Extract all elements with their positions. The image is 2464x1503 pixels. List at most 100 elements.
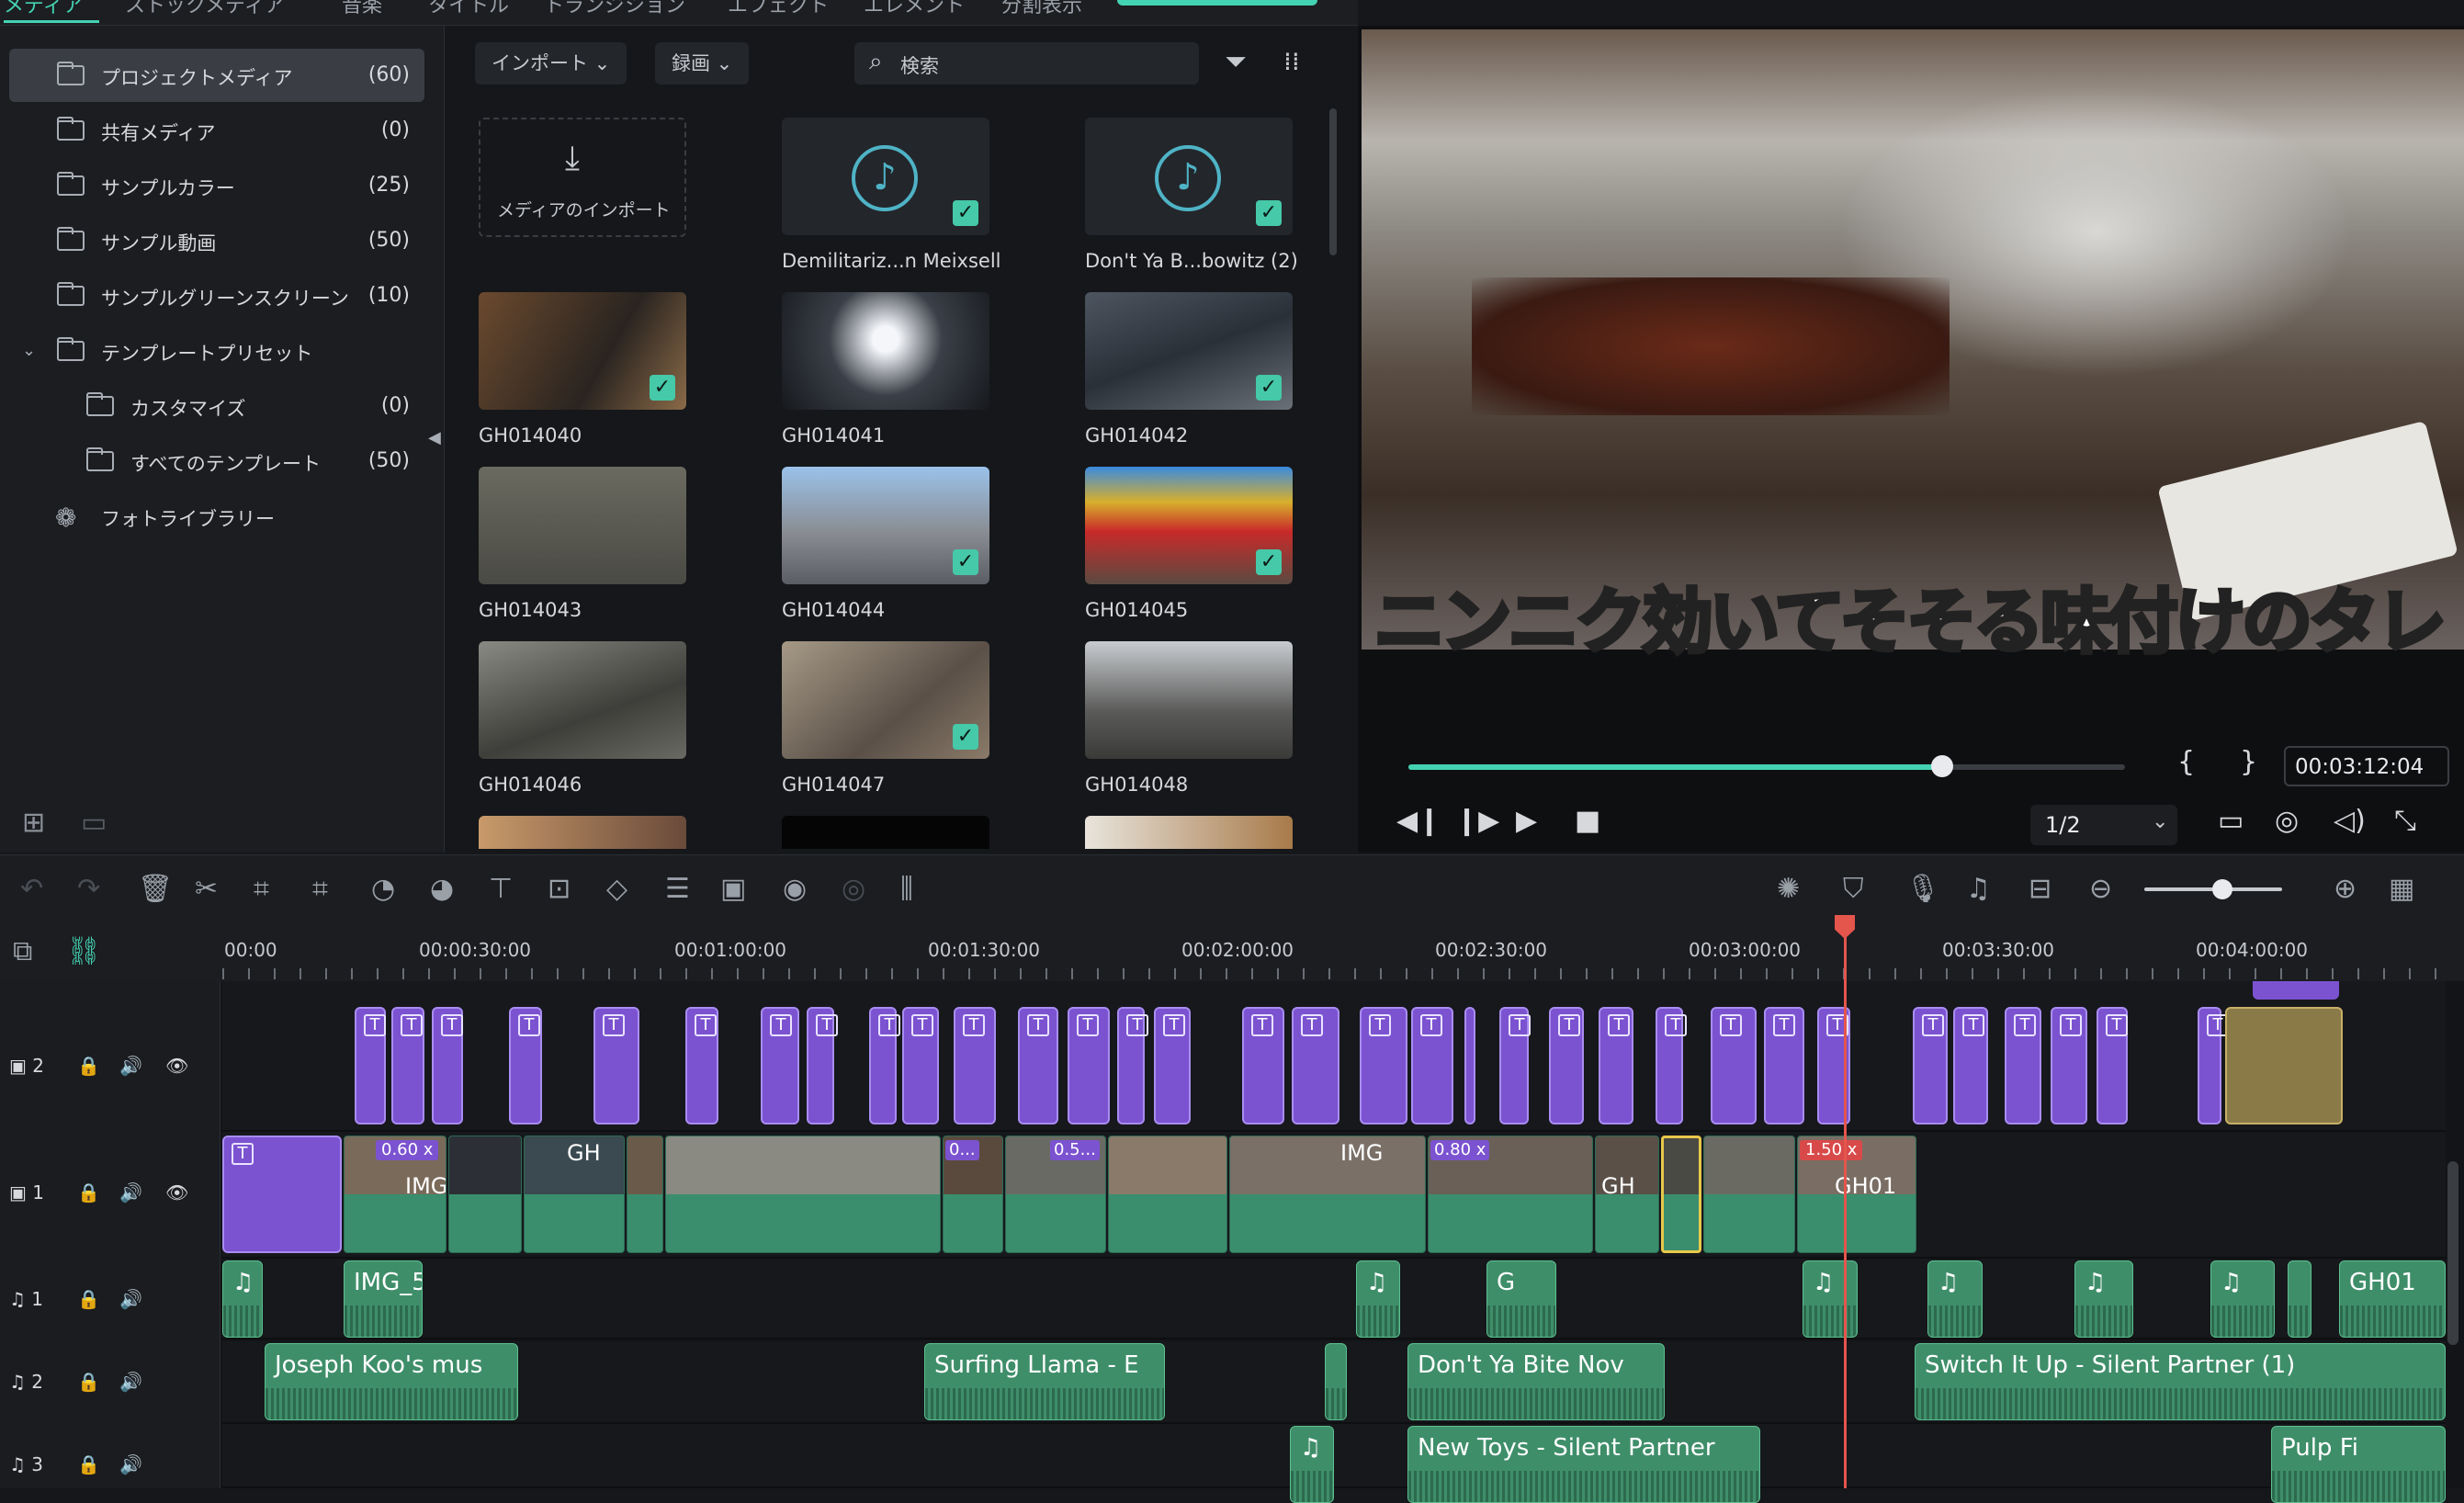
audio-clip[interactable]: IMG_5 bbox=[344, 1260, 423, 1338]
sidebar-item-shared-media[interactable]: 共有メディア (0) bbox=[9, 104, 424, 157]
video-clip[interactable]: 0.60 x IMG bbox=[344, 1136, 446, 1253]
title-clip[interactable]: T bbox=[391, 1007, 424, 1124]
audio-clip[interactable]: ♫ bbox=[2210, 1260, 2275, 1338]
media-thumb-gh014046[interactable] bbox=[479, 641, 686, 759]
title-clip[interactable]: T bbox=[1068, 1007, 1110, 1124]
title-clip[interactable]: T bbox=[1242, 1007, 1284, 1124]
lock-icon[interactable]: 🔒 bbox=[77, 1371, 100, 1393]
zoom-slider-handle[interactable] bbox=[2212, 879, 2232, 899]
filter-icon[interactable]: ⏷ bbox=[1225, 46, 1247, 78]
video-clip[interactable]: 1.50 x GH01 bbox=[1797, 1136, 1916, 1253]
record-dropdown[interactable]: 録画 ⌄ bbox=[655, 42, 750, 85]
video-clip[interactable]: GH bbox=[1595, 1136, 1659, 1253]
title-clip[interactable]: T bbox=[2097, 1007, 2128, 1124]
video-clip[interactable] bbox=[1108, 1136, 1227, 1253]
mute-icon[interactable]: 🔊 bbox=[119, 1453, 142, 1475]
audio-clip[interactable]: ♫ bbox=[1803, 1260, 1858, 1338]
video-clip-selected[interactable] bbox=[1661, 1136, 1701, 1253]
title-clip[interactable]: T bbox=[1360, 1007, 1407, 1124]
title-clip[interactable]: T bbox=[954, 1007, 996, 1124]
tts-icon[interactable]: ◎ bbox=[842, 876, 865, 903]
playhead-line[interactable] bbox=[1844, 919, 1847, 1488]
browser-scrollbar[interactable] bbox=[1329, 108, 1337, 255]
mute-icon[interactable]: 🔊 bbox=[119, 1371, 142, 1393]
volume-icon[interactable]: ◁) bbox=[2334, 805, 2366, 837]
mute-icon[interactable]: 🔊 bbox=[119, 1288, 142, 1310]
video-clip[interactable] bbox=[627, 1136, 663, 1253]
lock-icon[interactable]: 🔒 bbox=[77, 1453, 100, 1475]
video-clip[interactable]: 0... bbox=[943, 1136, 1003, 1253]
title-clip[interactable]: T bbox=[1018, 1007, 1058, 1124]
sidebar-item-customize[interactable]: カスタマイズ (0) bbox=[9, 379, 424, 433]
mark-out-button[interactable]: } bbox=[2240, 746, 2257, 778]
play-icon[interactable]: ▶ bbox=[1516, 805, 1537, 837]
title-clip[interactable]: T bbox=[1913, 1007, 1948, 1124]
audio-clip[interactable]: ♫ bbox=[2074, 1260, 2133, 1338]
preview-scrubber-handle[interactable] bbox=[1931, 755, 1954, 777]
next-frame-icon[interactable]: ❙▶ bbox=[1455, 805, 1499, 837]
layout-icon[interactable]: ▦ bbox=[2389, 876, 2414, 903]
display-icon[interactable]: ▭ bbox=[2218, 805, 2244, 837]
render-icon[interactable]: ✺ bbox=[1777, 876, 1800, 903]
audio-clip[interactable]: ♫ bbox=[1356, 1260, 1400, 1338]
timeline-ruler[interactable]: ⧉ ⛓ 00:00 00:00:30:00 00:01:00:00 00:01:… bbox=[0, 919, 2464, 981]
media-thumb-gh014047[interactable]: ✓ bbox=[782, 641, 989, 759]
audio-clip[interactable] bbox=[1325, 1343, 1347, 1420]
media-thumb-gh014040[interactable]: ✓ bbox=[479, 292, 686, 410]
media-thumb-gh014041[interactable] bbox=[782, 292, 989, 410]
waveform-icon[interactable]: ⫼ bbox=[900, 876, 913, 903]
visibility-icon[interactable]: 👁 bbox=[165, 1181, 188, 1204]
import-dropdown[interactable]: インポート ⌄ bbox=[475, 42, 627, 85]
media-thumb-audio-2[interactable]: ♪ ✓ bbox=[1085, 118, 1293, 235]
zoom-in-icon[interactable]: ⊕ bbox=[2334, 876, 2357, 903]
audio-clip[interactable]: Switch It Up - Silent Partner (1) bbox=[1915, 1343, 2446, 1420]
audio-clip[interactable]: ♫ bbox=[222, 1260, 263, 1338]
audio-clip[interactable]: G bbox=[1486, 1260, 1556, 1338]
title-clip[interactable]: T bbox=[869, 1007, 900, 1124]
tab-split-screen[interactable]: 分割表示 bbox=[1001, 0, 1082, 26]
prev-frame-icon[interactable]: ◀❙ bbox=[1396, 805, 1441, 837]
timeline-scrollbar[interactable] bbox=[2447, 1161, 2458, 1345]
sidebar-item-sample-color[interactable]: サンプルカラー (25) bbox=[9, 159, 424, 212]
mark-in-button[interactable]: { bbox=[2177, 746, 2195, 778]
tag-icon[interactable]: ⌗ bbox=[254, 876, 269, 903]
title-clip[interactable]: T bbox=[1711, 1007, 1757, 1124]
title-clip[interactable]: T bbox=[1953, 1007, 1988, 1124]
audio-clip[interactable]: ♫ bbox=[1290, 1426, 1334, 1503]
title-clip[interactable]: T bbox=[1764, 1007, 1804, 1124]
collapse-sidebar-icon[interactable]: ◀ bbox=[428, 428, 441, 447]
playback-quality-dropdown[interactable]: 1/2 ⌄ bbox=[2030, 805, 2177, 845]
video-clip[interactable]: IMG bbox=[1229, 1136, 1426, 1253]
title-clip[interactable] bbox=[1464, 1007, 1475, 1124]
audio-clip[interactable]: GH01 bbox=[2339, 1260, 2446, 1338]
grid-view-icon[interactable]: ⁞⁞ bbox=[1283, 46, 1300, 76]
title-clip[interactable]: T bbox=[1549, 1007, 1584, 1124]
title-clip[interactable]: T bbox=[1656, 1007, 1687, 1124]
media-thumb-gh014044[interactable]: ✓ bbox=[782, 467, 989, 584]
media-thumb-gh014043[interactable] bbox=[479, 467, 686, 584]
title-clip[interactable]: T bbox=[2198, 1007, 2229, 1124]
import-media-tile[interactable]: ⤓ メディアのインポート bbox=[479, 118, 686, 237]
title-clip[interactable] bbox=[2253, 981, 2339, 1000]
link-icon[interactable]: ⛓ bbox=[66, 935, 101, 967]
freeze-frame-icon[interactable]: ▣ bbox=[720, 876, 746, 903]
add-track-icon[interactable]: ⧉ bbox=[13, 935, 32, 967]
color-icon[interactable]: ◕ bbox=[430, 876, 454, 903]
lock-icon[interactable]: 🔒 bbox=[77, 1288, 100, 1310]
snapshot-icon[interactable]: ◎ bbox=[2275, 805, 2299, 837]
media-thumb-partial[interactable] bbox=[1085, 816, 1293, 849]
zoom-out-icon[interactable]: ⊖ bbox=[2089, 876, 2112, 903]
audio-clip[interactable]: Joseph Koo's mus bbox=[265, 1343, 518, 1420]
speed-icon[interactable]: ◔ bbox=[371, 876, 395, 903]
media-thumb-partial[interactable] bbox=[782, 816, 989, 849]
tab-transitions[interactable]: トランジション bbox=[544, 0, 685, 26]
video-clip[interactable] bbox=[448, 1136, 522, 1253]
video-clip[interactable] bbox=[665, 1136, 941, 1253]
audio-clip[interactable] bbox=[2288, 1260, 2311, 1338]
title-clip[interactable]: T bbox=[593, 1007, 639, 1124]
title-clip[interactable]: T bbox=[1411, 1007, 1453, 1124]
audio-mixer-icon[interactable]: ♫ bbox=[1966, 876, 1991, 903]
sidebar-item-project-media[interactable]: プロジェクトメディア (60) bbox=[9, 49, 424, 102]
sidebar-item-all-templates[interactable]: すべてのテンプレート (50) bbox=[9, 435, 424, 488]
mute-icon[interactable]: 🔊 bbox=[119, 1055, 142, 1077]
